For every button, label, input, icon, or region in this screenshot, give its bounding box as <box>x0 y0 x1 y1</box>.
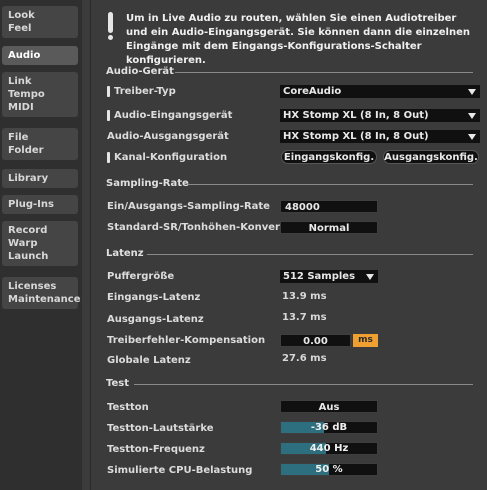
test-frequency-label: Testton-Frequenz <box>107 444 205 455</box>
channel-config-label: Kanal-Konfiguration <box>114 152 228 163</box>
section-audio-device: Audio-Gerät <box>106 66 174 77</box>
output-latency-label: Ausgangs-Latenz <box>107 314 204 325</box>
tab-library-label: Library <box>8 173 49 184</box>
test-tone-toggle[interactable]: Aus <box>280 400 378 413</box>
tab-licenses-line2: Maintenance <box>8 294 81 305</box>
driver-type-value: CoreAudio <box>283 86 342 97</box>
section-divider <box>175 72 473 73</box>
tab-look-feel[interactable]: Look Feel <box>2 6 78 38</box>
tab-look-feel-line1: Look <box>8 10 35 21</box>
test-tone-label: Testton <box>107 402 149 413</box>
tab-plug-ins[interactable]: Plug-Ins <box>2 195 78 214</box>
tab-link-line2: Tempo <box>8 89 45 100</box>
tab-plug-ins-label: Plug-Ins <box>8 199 54 210</box>
tab-record-line3: Launch <box>8 251 49 262</box>
compensation-unit-button[interactable]: ms <box>353 334 378 347</box>
input-latency-label: Eingangs-Latenz <box>107 292 201 303</box>
chevron-down-icon <box>468 89 476 95</box>
sampling-rate-field[interactable]: 48000 <box>280 200 378 213</box>
cpu-load-label: Simulierte CPU-Belastung <box>107 465 253 476</box>
test-frequency-value: 440 Hz <box>309 443 349 454</box>
info-message: Um in Live Audio zu routen, wählen Sie e… <box>126 13 470 66</box>
section-divider <box>134 384 473 385</box>
section-latency: Latenz <box>106 248 144 259</box>
output-device-label: Audio-Ausgangsgerät <box>107 131 229 142</box>
exclamation-icon <box>108 12 113 40</box>
section-divider <box>147 254 473 255</box>
tab-file-line2: Folder <box>8 145 44 156</box>
driver-type-label: Treiber-Typ <box>114 86 176 97</box>
sampling-rate-label: Ein/Ausgangs-Sampling-Rate <box>107 201 270 212</box>
test-volume-label: Testton-Lautstärke <box>107 423 214 434</box>
global-latency-label: Globale Latenz <box>107 355 191 366</box>
tab-file-line1: File <box>8 132 29 143</box>
chevron-down-icon <box>468 113 476 119</box>
compensation-label: Treiberfehler-Kompensation <box>107 335 266 346</box>
tab-audio-label: Audio <box>8 50 41 61</box>
tab-look-feel-line2: Feel <box>8 23 32 34</box>
tab-record-line1: Record <box>8 225 48 236</box>
tab-library[interactable]: Library <box>2 169 78 188</box>
input-latency-value: 13.9 ms <box>282 291 327 302</box>
warning-icon <box>107 152 110 163</box>
input-config-button[interactable]: Eingangskonfig. <box>281 150 377 164</box>
compensation-field[interactable]: 0.00 <box>280 334 351 347</box>
cpu-load-value: 50 % <box>315 464 343 475</box>
buffer-size-dropdown[interactable]: 512 Samples <box>280 270 378 283</box>
tab-link-tempo-midi[interactable]: Link Tempo MIDI <box>2 72 78 117</box>
warning-icon <box>107 110 110 121</box>
test-volume-slider[interactable]: -36 dB <box>280 421 378 434</box>
tab-link-line1: Link <box>8 76 32 87</box>
tab-licenses-maintenance[interactable]: Licenses Maintenance <box>2 277 81 309</box>
tab-link-line3: MIDI <box>8 102 34 113</box>
test-frequency-slider[interactable]: 440 Hz <box>280 442 378 455</box>
warning-icon <box>107 86 110 97</box>
tab-licenses-line1: Licenses <box>8 281 57 292</box>
chevron-down-icon <box>468 134 476 140</box>
input-device-label: Audio-Eingangsgerät <box>114 110 233 121</box>
tab-record-line2: Warp <box>8 238 38 249</box>
output-device-value: HX Stomp XL (8 In, 8 Out) <box>283 131 429 142</box>
output-config-button[interactable]: Ausgangskonfig. <box>383 150 479 164</box>
tab-record-warp-launch[interactable]: Record Warp Launch <box>2 221 78 266</box>
tab-audio[interactable]: Audio <box>2 46 78 65</box>
section-sampling-rate: Sampling-Rate <box>106 178 189 189</box>
buffer-size-label: Puffergröße <box>107 271 175 282</box>
cpu-load-slider[interactable]: 50 % <box>280 463 378 476</box>
input-device-value: HX Stomp XL (8 In, 8 Out) <box>283 110 429 121</box>
section-divider <box>188 184 473 185</box>
tab-file-folder[interactable]: File Folder <box>2 128 78 160</box>
output-latency-value: 13.7 ms <box>282 312 327 323</box>
section-test: Test <box>106 378 130 389</box>
info-box: Um in Live Audio zu routen, wählen Sie e… <box>94 6 484 66</box>
conversion-label: Standard-SR/Tonhöhen-Konvert. <box>107 222 289 233</box>
output-device-dropdown[interactable]: HX Stomp XL (8 In, 8 Out) <box>280 130 480 143</box>
input-device-dropdown[interactable]: HX Stomp XL (8 In, 8 Out) <box>280 109 480 122</box>
test-volume-value: -36 dB <box>310 422 348 433</box>
global-latency-value: 27.6 ms <box>282 353 327 364</box>
preferences-sidebar: Look Feel Audio Link Tempo MIDI File Fol… <box>0 0 82 490</box>
buffer-size-value: 512 Samples <box>283 271 356 282</box>
driver-type-dropdown[interactable]: CoreAudio <box>280 85 480 98</box>
chevron-down-icon <box>366 274 374 280</box>
conversion-toggle[interactable]: Normal <box>280 221 378 234</box>
